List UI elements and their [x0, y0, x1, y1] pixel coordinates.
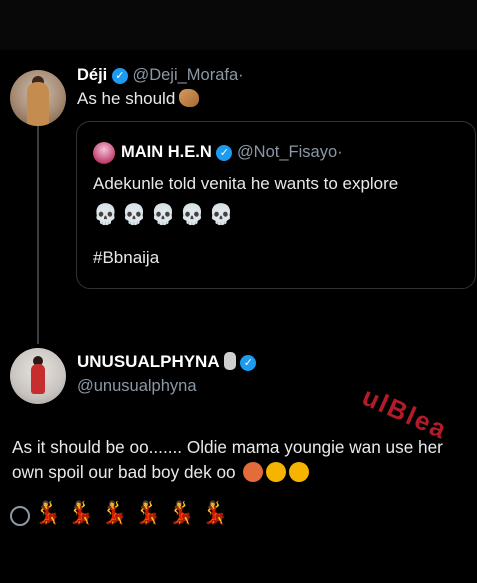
tweet1-header: Déji ✓ @Deji_Morafa·: [77, 66, 244, 85]
avatar-unusualphyna[interactable]: [10, 348, 66, 404]
author-name[interactable]: UNUSUALPHYNA: [77, 352, 220, 371]
separator-dot: ·: [238, 66, 244, 84]
tweet2-header: UNUSUALPHYNA ✓: [77, 352, 257, 372]
skull-emoji-row: 💀💀💀💀💀: [93, 204, 238, 226]
verified-badge-icon: ✓: [216, 144, 233, 161]
verified-badge-icon: ✓: [240, 354, 257, 371]
dancer-emoji-row: 💃💃💃💃💃💃: [34, 500, 235, 525]
quoted-author-handle[interactable]: @Not_Fisayo: [237, 143, 337, 161]
author-handle[interactable]: @unusualphyna: [77, 377, 197, 396]
person-icon: [10, 506, 30, 526]
quoted-text: Adekunle told venita he wants to explore: [93, 174, 399, 193]
top-bar: [0, 0, 477, 50]
laughing-emoji-icon: [266, 462, 287, 482]
author-handle[interactable]: @Deji_Morafa: [132, 66, 238, 84]
quoted-author-name[interactable]: MAIN H.E.N: [121, 143, 212, 161]
quoted-avatar[interactable]: [93, 142, 115, 164]
microphone-icon: [223, 352, 236, 370]
tweet2-text: As it should be oo....... Oldie mama you…: [12, 435, 472, 485]
tweet1-text: As he should: [77, 89, 200, 109]
separator-dot: ·: [337, 143, 343, 161]
avatar-deji[interactable]: [10, 70, 66, 126]
quoted-tweet-card[interactable]: MAIN H.E.N ✓ @Not_Fisayo· Adekunle told …: [76, 121, 476, 289]
quoted-header: MAIN H.E.N ✓ @Not_Fisayo·: [121, 143, 343, 162]
hashtag-link[interactable]: #Bbnaija: [93, 248, 159, 268]
clapping-hands-icon: [179, 89, 200, 107]
money-mouth-emoji-icon: [243, 462, 264, 482]
thread-line: [37, 122, 39, 344]
tweet2-text-content: As it should be oo....... Oldie mama you…: [12, 437, 443, 482]
verified-badge-icon: ✓: [111, 67, 128, 84]
tweet1-text-content: As he should: [77, 89, 176, 108]
joy-emoji-icon: [289, 462, 310, 482]
author-name[interactable]: Déji: [77, 66, 107, 84]
